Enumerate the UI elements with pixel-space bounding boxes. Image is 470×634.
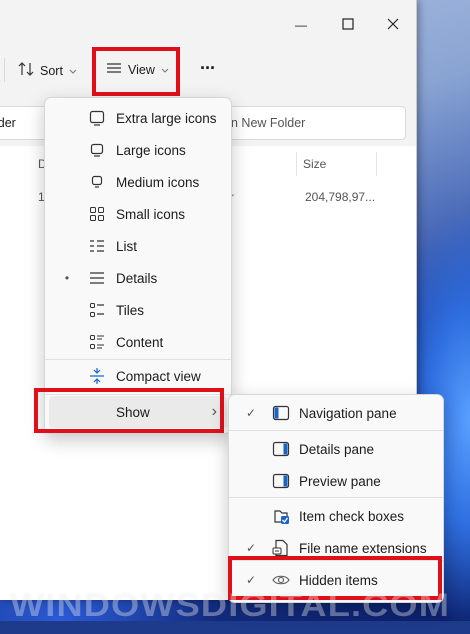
- menu-item-extra-large-icons[interactable]: Extra large icons: [49, 102, 227, 134]
- menu-separator: [229, 430, 443, 431]
- title-bar: —: [0, 0, 416, 48]
- submenu-item-preview-pane[interactable]: Preview pane: [233, 465, 439, 497]
- submenu-item-details-pane[interactable]: Details pane: [233, 433, 439, 465]
- minimize-icon: —: [295, 18, 307, 32]
- svg-text:WINDOWSDIGITAL.COM: WINDOWSDIGITAL.COM: [10, 587, 450, 623]
- close-button[interactable]: [370, 10, 416, 40]
- menu-item-list[interactable]: List: [49, 230, 227, 262]
- details-icon: [87, 268, 107, 288]
- menu-item-details[interactable]: • Details: [49, 262, 227, 294]
- sort-label: Sort: [40, 63, 63, 78]
- preview-pane-icon: [271, 471, 291, 491]
- checkmark-icon: ✓: [246, 541, 257, 555]
- minimize-button[interactable]: —: [278, 10, 324, 40]
- selected-bullet-icon: •: [64, 271, 70, 285]
- checkmark-icon: ✓: [246, 406, 257, 420]
- menu-item-label: Large icons: [116, 142, 186, 158]
- menu-item-label: Tiles: [116, 302, 145, 318]
- submenu-item-label: Navigation pane: [299, 405, 397, 421]
- column-header-size[interactable]: Size: [303, 157, 326, 171]
- column-divider: [296, 152, 297, 176]
- submenu-item-navigation-pane[interactable]: ✓ Navigation pane: [233, 397, 439, 429]
- menu-item-label: Extra large icons: [116, 110, 217, 126]
- maximize-button[interactable]: [325, 10, 371, 40]
- submenu-item-label: Details pane: [299, 441, 375, 457]
- menu-item-label: Medium icons: [116, 174, 200, 190]
- search-box[interactable]: n New Folder: [220, 106, 406, 140]
- compact-view-label: Compact view: [116, 368, 201, 384]
- navigation-pane-icon: [271, 403, 291, 423]
- watermark: WINDOWSDIGITAL.COM: [10, 585, 470, 634]
- more-options-button[interactable]: ···: [200, 58, 216, 79]
- menu-item-label: Small icons: [116, 206, 186, 222]
- search-placeholder: n New Folder: [231, 116, 306, 130]
- row-size: 204,798,97...: [305, 190, 376, 204]
- content-icon: [87, 332, 107, 352]
- menu-item-medium-icons[interactable]: Medium icons: [49, 166, 227, 198]
- more-icon: ···: [200, 58, 216, 78]
- medium-icons-icon: [87, 172, 107, 192]
- view-button-highlight: [92, 47, 180, 96]
- menu-item-content[interactable]: Content: [49, 326, 227, 358]
- small-icons-icon: [87, 204, 107, 224]
- list-icon: [87, 236, 107, 256]
- menu-item-large-icons[interactable]: Large icons: [49, 134, 227, 166]
- maximize-icon: [342, 17, 354, 33]
- item-check-boxes-icon: [271, 506, 291, 526]
- menu-item-label: Details: [116, 270, 158, 286]
- column-divider: [376, 152, 377, 176]
- extra-large-icons-icon: [87, 108, 107, 128]
- submenu-item-label: Preview pane: [299, 473, 381, 489]
- toolbar-divider: [4, 58, 5, 82]
- compact-view-icon: [87, 366, 107, 386]
- sort-button[interactable]: Sort: [18, 61, 77, 80]
- menu-item-label: Content: [116, 334, 164, 350]
- chevron-down-icon: [69, 64, 77, 78]
- submenu-item-label: File name extensions: [299, 540, 427, 556]
- view-menu: Extra large icons Large icons Medium icons…: [44, 97, 232, 434]
- address-path: lder: [0, 116, 16, 130]
- menu-separator: [229, 497, 443, 498]
- close-icon: [387, 18, 399, 33]
- watermark-logo: WINDOWSDIGITAL.COM: [10, 587, 450, 623]
- details-pane-icon: [271, 439, 291, 459]
- submenu-item-label: Item check boxes: [299, 508, 405, 524]
- file-name-extensions-icon: [271, 538, 291, 558]
- submenu-item-item-check-boxes[interactable]: Item check boxes: [233, 500, 439, 532]
- menu-item-label: List: [116, 238, 138, 254]
- menu-item-small-icons[interactable]: Small icons: [49, 198, 227, 230]
- command-bar: Sort View ···: [0, 48, 416, 92]
- large-icons-icon: [87, 140, 107, 160]
- tiles-icon: [87, 300, 107, 320]
- menu-item-tiles[interactable]: Tiles: [49, 294, 227, 326]
- sort-icon: [18, 61, 34, 80]
- show-item-highlight: [34, 388, 224, 433]
